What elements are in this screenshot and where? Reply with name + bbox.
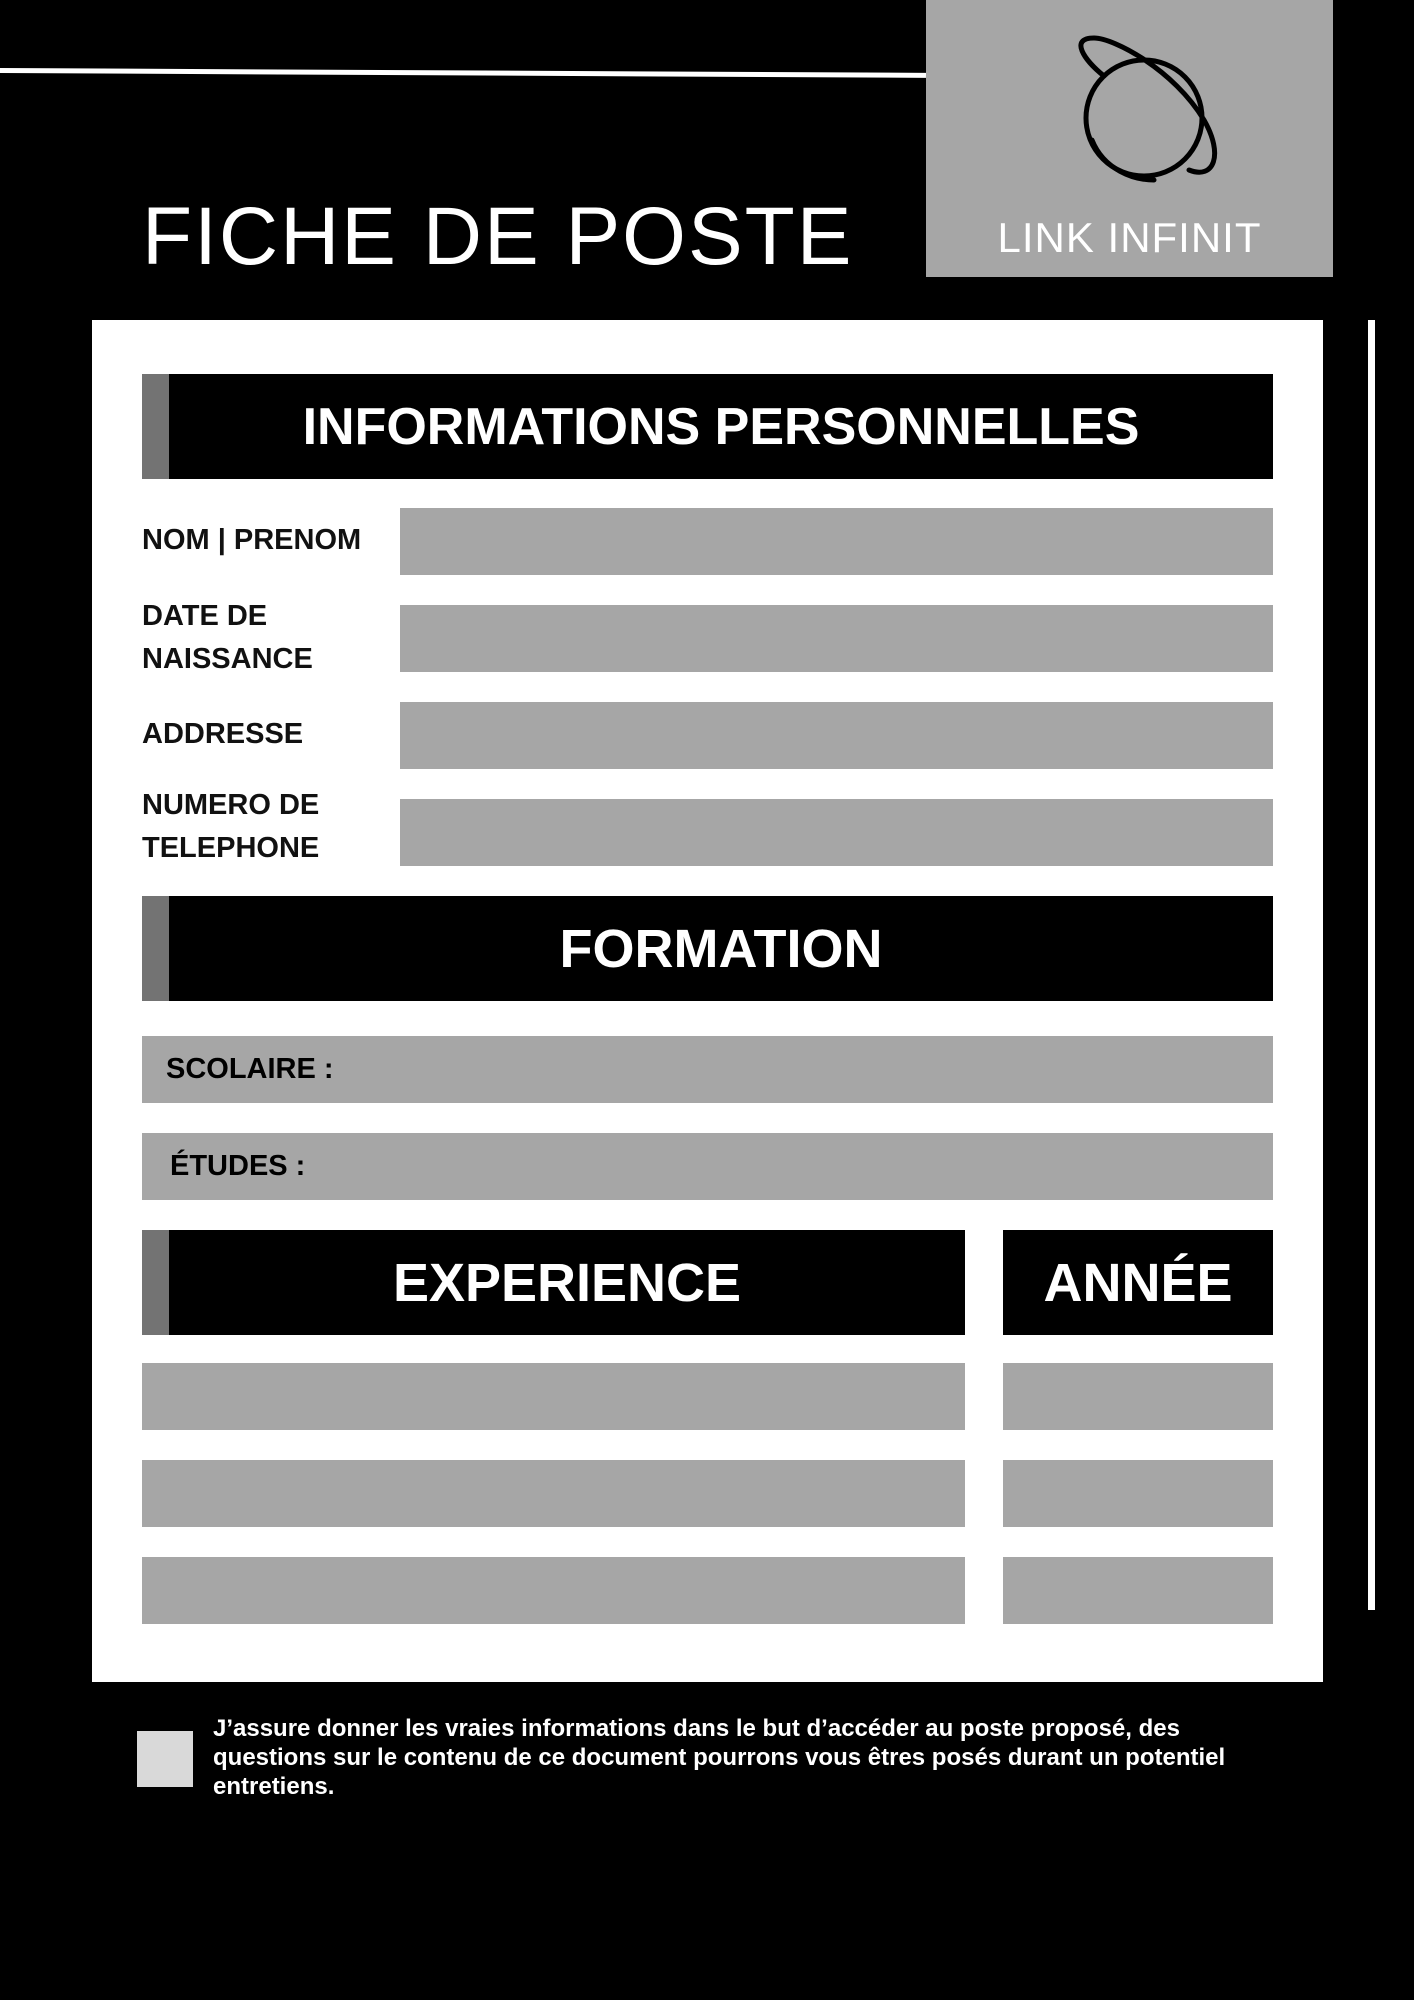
top-divider-line [0,68,927,78]
scolaire-field[interactable]: SCOLAIRE : [142,1036,1273,1103]
logo-text: LINK INFINIT [997,214,1262,261]
label-numero-telephone: NUMERO DE TELEPHONE [142,789,320,864]
annee-field-3[interactable] [1003,1557,1273,1624]
right-divider-line [1368,320,1375,1610]
annee-field-1[interactable] [1003,1363,1273,1430]
planet-ring-icon [1078,35,1218,183]
section-accent [142,374,169,479]
section-title-annee: ANNÉE [1043,1252,1233,1313]
experience-field-3[interactable] [142,1557,965,1624]
section-accent [142,896,169,1001]
date-naissance-field[interactable] [400,605,1273,672]
addresse-field[interactable] [400,702,1273,769]
experience-field-1[interactable] [142,1363,965,1430]
consent-checkbox[interactable] [137,1731,193,1787]
section-header-experience: EXPERIENCE [142,1230,965,1335]
section-title-personal: INFORMATIONS PERSONNELLES [302,397,1140,456]
section-accent [142,1230,169,1335]
etudes-field[interactable]: ÉTUDES : [142,1133,1273,1200]
numero-telephone-field[interactable] [400,799,1273,866]
etudes-label: ÉTUDES : [170,1150,306,1182]
logo-block: LINK INFINIT [926,0,1333,277]
label-date-naissance: DATE DE NAISSANCE [142,600,313,675]
section-title-experience: EXPERIENCE [392,1252,742,1313]
page-title: FICHE DE POSTE [142,191,854,282]
section-header-annee: ANNÉE [1003,1230,1273,1335]
scolaire-label: SCOLAIRE : [166,1053,334,1085]
consent-text: J’assure donner les vraies informations … [213,1715,1226,1800]
form-panel: INFORMATIONS PERSONNELLES NOM | PRENOM D… [92,320,1323,1682]
section-title-formation: FORMATION [559,918,883,979]
label-nom-prenom: NOM | PRENOM [142,524,362,556]
label-addresse: ADDRESSE [142,718,304,750]
experience-field-2[interactable] [142,1460,965,1527]
annee-field-2[interactable] [1003,1460,1273,1527]
section-header-personal: INFORMATIONS PERSONNELLES [142,374,1273,479]
section-header-formation: FORMATION [142,896,1273,1001]
nom-prenom-field[interactable] [400,508,1273,575]
